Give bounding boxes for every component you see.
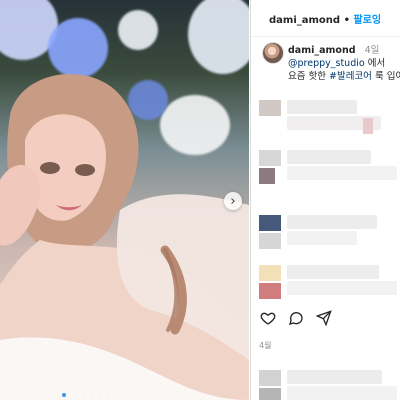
caption-text: 요즘 핫한 bbox=[288, 71, 329, 82]
caption-line-1: @preppy_studio 에서 bbox=[288, 55, 385, 69]
post-meta: 4월 bbox=[259, 341, 272, 350]
comment-blur bbox=[287, 386, 397, 400]
post-side-panel: dami_amond • 팔로잉 dami_amond 4일 @preppy_s… bbox=[250, 0, 400, 400]
blurred-comment bbox=[259, 100, 400, 134]
next-photo-button[interactable]: › bbox=[224, 192, 242, 210]
username-link[interactable]: dami_amond bbox=[269, 15, 340, 26]
post-header: dami_amond • 팔로잉 bbox=[251, 0, 400, 37]
post-photo[interactable]: › bbox=[0, 0, 249, 400]
blurred-comment bbox=[259, 150, 400, 184]
comment-avatar bbox=[259, 283, 281, 299]
share-button[interactable] bbox=[315, 309, 333, 327]
comment-blur bbox=[287, 370, 382, 384]
comment-avatar bbox=[363, 118, 373, 134]
dot-separator: • bbox=[343, 15, 350, 26]
caption-header: dami_amond 4일 bbox=[288, 42, 379, 56]
comment-avatar bbox=[259, 388, 281, 400]
instagram-post: › dami_amond • 팔로잉 dami_amond 4일 @preppy… bbox=[0, 0, 400, 400]
comment-avatar bbox=[259, 233, 281, 249]
comment-avatar bbox=[259, 215, 281, 231]
comment-blur bbox=[287, 215, 377, 229]
carousel-dot bbox=[94, 393, 98, 397]
caption-line-2: 요즘 핫한 #발레코어 룩 입어 bbox=[288, 68, 400, 82]
header-user: dami_amond • 팔로잉 bbox=[269, 11, 381, 26]
avatar[interactable] bbox=[262, 42, 284, 64]
comment-blur bbox=[287, 100, 357, 114]
carousel-dots bbox=[62, 392, 114, 398]
comment-avatar bbox=[259, 370, 281, 386]
carousel-dot bbox=[102, 393, 106, 397]
carousel-dot bbox=[110, 393, 114, 397]
caption-text: 룩 입어 bbox=[374, 71, 400, 82]
share-icon bbox=[316, 310, 332, 326]
comment-blur bbox=[287, 265, 379, 279]
blurred-comment bbox=[259, 370, 400, 400]
blurred-comment bbox=[259, 265, 400, 299]
like-button[interactable] bbox=[259, 309, 277, 327]
action-bar bbox=[259, 308, 399, 328]
comment-blur bbox=[287, 166, 397, 180]
follow-status-button[interactable]: 팔로잉 bbox=[353, 15, 381, 26]
comment-icon bbox=[289, 312, 303, 325]
heart-icon bbox=[260, 312, 276, 325]
comment-avatar bbox=[259, 168, 275, 184]
carousel-dot bbox=[86, 393, 90, 397]
carousel-dot bbox=[62, 393, 66, 397]
comment-avatar bbox=[259, 100, 281, 116]
carousel-dot bbox=[70, 393, 74, 397]
blurred-comment bbox=[259, 215, 400, 249]
comment-blur bbox=[287, 231, 357, 245]
comment-blur bbox=[287, 150, 371, 164]
hashtag-link[interactable]: #발레코어 bbox=[329, 71, 372, 82]
carousel-dot bbox=[78, 393, 82, 397]
photo-illustration bbox=[0, 73, 249, 400]
comment-button[interactable] bbox=[287, 309, 305, 327]
comment-blur bbox=[287, 281, 397, 295]
comment-avatar bbox=[259, 265, 281, 281]
comment-avatar bbox=[259, 150, 281, 166]
